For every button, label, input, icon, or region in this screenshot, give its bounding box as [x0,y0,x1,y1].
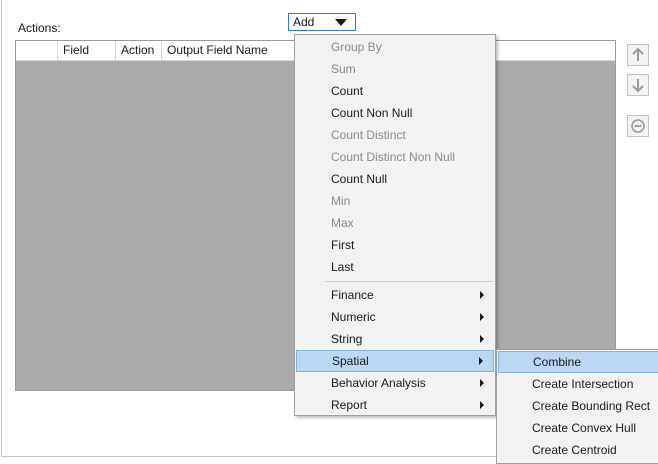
move-up-button[interactable] [627,44,649,66]
spatial-submenu: Combine Create Intersection Create Bound… [496,349,658,464]
add-dropdown[interactable]: Add [288,13,356,31]
submenu-arrow-icon [480,291,484,299]
menu-item-behavior-analysis[interactable]: Behavior Analysis [296,372,494,394]
menu-separator [325,281,493,282]
submenu-arrow-icon [480,335,484,343]
move-down-icon [632,79,644,93]
menu-item-label: Numeric [331,310,376,324]
submenu-item-create-centroid[interactable]: Create Centroid [498,439,658,461]
column-header-selector[interactable] [16,41,58,60]
menu-item-label: Behavior Analysis [331,376,426,390]
submenu-arrow-icon [480,379,484,387]
menu-item-label: Finance [331,288,374,302]
submenu-item-combine[interactable]: Combine [498,351,658,373]
menu-item-count-non-null[interactable]: Count Non Null [296,102,494,124]
menu-item-group-by[interactable]: Group By [296,36,494,58]
menu-item-numeric[interactable]: Numeric [296,306,494,328]
menu-item-last[interactable]: Last [296,256,494,278]
actions-label: Actions: [18,21,61,35]
menu-item-count[interactable]: Count [296,80,494,102]
menu-item-spatial[interactable]: Spatial [296,350,494,372]
add-dropdown-label: Add [293,15,315,29]
menu-item-sum[interactable]: Sum [296,58,494,80]
column-header-action[interactable]: Action [116,41,162,60]
column-header-field[interactable]: Field [58,41,116,60]
menu-item-count-distinct[interactable]: Count Distinct [296,124,494,146]
column-header-output-field-name[interactable]: Output Field Name [162,41,297,60]
menu-item-count-distinct-non-null[interactable]: Count Distinct Non Null [296,146,494,168]
menu-item-label: String [331,332,363,346]
menu-item-max[interactable]: Max [296,212,494,234]
submenu-arrow-icon [480,313,484,321]
submenu-item-create-intersection[interactable]: Create Intersection [498,373,658,395]
menu-item-label: Spatial [332,354,369,368]
menu-item-count-null[interactable]: Count Null [296,168,494,190]
remove-icon [631,119,645,133]
menu-item-first[interactable]: First [296,234,494,256]
move-up-icon [632,47,644,61]
menu-item-finance[interactable]: Finance [296,284,494,306]
menu-item-string[interactable]: String [296,328,494,350]
submenu-arrow-icon [479,357,483,365]
submenu-arrow-icon [480,401,484,409]
submenu-item-create-convex-hull[interactable]: Create Convex Hull [498,417,658,439]
submenu-item-create-bounding-rect[interactable]: Create Bounding Rect [498,395,658,417]
add-action-menu: Group By Sum Count Count Non Null Count … [294,34,496,416]
dropdown-arrow-icon [335,19,347,26]
menu-item-report[interactable]: Report [296,394,494,416]
menu-item-label: Report [331,398,368,412]
remove-button[interactable] [627,115,649,137]
menu-item-min[interactable]: Min [296,190,494,212]
move-down-button[interactable] [627,74,649,96]
